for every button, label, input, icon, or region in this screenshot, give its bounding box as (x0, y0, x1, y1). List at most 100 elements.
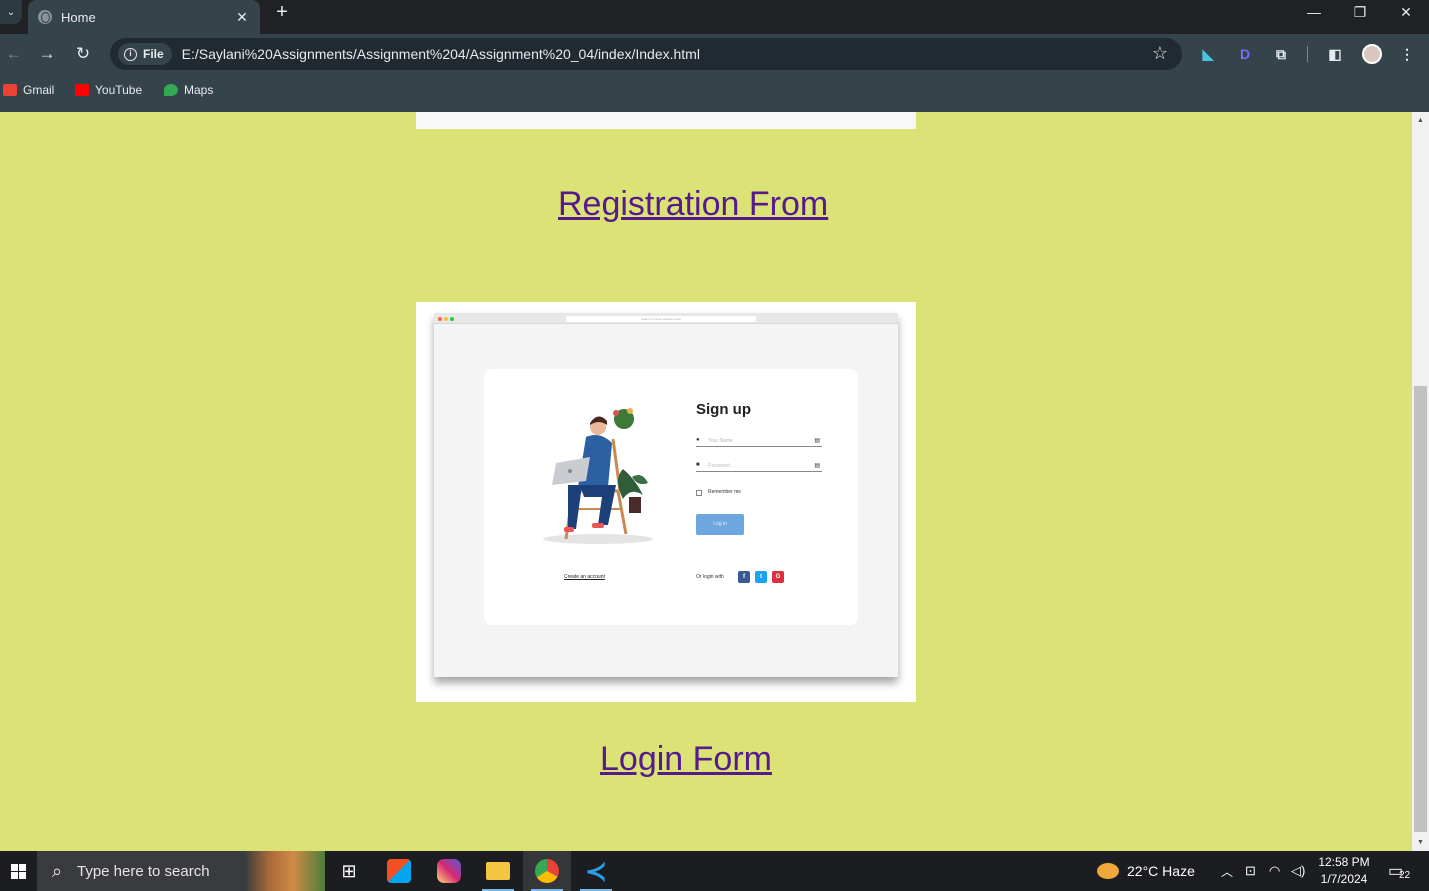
minimize-dot-icon (444, 317, 448, 321)
taskbar-search[interactable]: ⌕ Type here to search (37, 851, 325, 891)
minimize-button[interactable]: — (1291, 0, 1337, 24)
close-window-button[interactable]: ✕ (1383, 0, 1429, 24)
registration-form-link[interactable]: Registration From (558, 185, 828, 224)
zoom-dot-icon (450, 317, 454, 321)
volume-icon[interactable]: ◁) (1291, 851, 1305, 891)
task-view-icon: ⊞ (341, 860, 357, 881)
google-icon: G (772, 571, 784, 583)
name-placeholder: Your Name (708, 438, 733, 444)
tab-title: Home (61, 9, 96, 25)
taskbar-file-explorer[interactable] (474, 851, 522, 891)
restore-button[interactable]: ❐ (1337, 0, 1383, 24)
mock-title-bar: Search or enter website name (434, 313, 898, 324)
bookmark-star-icon[interactable]: ☆ (1152, 43, 1168, 64)
or-login-label: Or login with (696, 574, 724, 580)
toolbar-divider (1307, 46, 1308, 62)
meet-now-icon[interactable]: ⊡ (1245, 851, 1256, 891)
bookmark-gmail[interactable]: Gmail (3, 83, 54, 97)
puzzle-extensions-icon[interactable]: ⧉ (1271, 44, 1291, 64)
site-info-chip[interactable]: i File (118, 43, 172, 65)
file-explorer-icon (486, 862, 510, 880)
keyboard-icon: ▤ (814, 438, 820, 444)
bookmark-label: YouTube (95, 83, 143, 97)
info-icon: i (124, 47, 137, 61)
mock-url-bar: Search or enter website name (566, 316, 756, 322)
globe-icon (38, 10, 52, 24)
weather-text: 22°C Haze (1127, 863, 1195, 879)
user-icon: ● (696, 437, 700, 443)
chrome-icon (535, 859, 559, 883)
login-form-screenshot[interactable]: Search or enter website name Sign up ● Y… (416, 302, 916, 702)
login-form-link[interactable]: Login Form (600, 740, 772, 779)
previous-screenshot-card (416, 112, 916, 129)
person-with-laptop-illustration (543, 408, 653, 544)
menu-kebab-icon[interactable]: ⋮ (1397, 44, 1417, 64)
facebook-icon: f (738, 571, 750, 583)
clock-time: 12:58 PM (1318, 855, 1370, 869)
forward-arrow-icon[interactable]: → (33, 40, 61, 68)
bookmark-label: Gmail (23, 83, 55, 97)
site-chip-label: File (143, 47, 164, 61)
taskbar-vscode[interactable]: ≺ (572, 851, 620, 891)
back-arrow-icon[interactable]: ← (0, 40, 28, 68)
url-text[interactable]: E:/Saylani%20Assignments/Assignment%204/… (182, 46, 700, 62)
close-dot-icon (438, 317, 442, 321)
scroll-up-arrow-icon[interactable]: ▲ (1412, 112, 1429, 129)
haze-weather-icon (1097, 863, 1119, 879)
tab-close-icon[interactable]: ✕ (234, 9, 250, 26)
windows-logo-icon (11, 863, 26, 879)
extension-icon[interactable]: ◣ (1198, 44, 1218, 64)
address-bar[interactable]: i File E:/Saylani%20Assignments/Assignme… (110, 38, 1182, 70)
twitter-icon: t (755, 571, 767, 583)
keyboard-icon: ▤ (814, 463, 820, 469)
d-extension-icon[interactable]: D (1235, 44, 1255, 64)
search-icon: ⌕ (51, 860, 63, 881)
clock-date: 1/7/2024 (1320, 872, 1368, 886)
bookmark-maps[interactable]: Maps (164, 83, 213, 97)
start-button[interactable] (0, 851, 37, 891)
notification-count: 22 (1399, 870, 1411, 881)
bookmark-youtube[interactable]: YouTube (75, 83, 142, 97)
search-placeholder: Type here to search (77, 862, 210, 880)
name-field: ● Your Name ▤ (696, 437, 822, 447)
mock-browser-window: Search or enter website name Sign up ● Y… (434, 313, 898, 677)
scrollbar-thumb[interactable] (1414, 386, 1427, 832)
taskbar-instagram[interactable] (425, 851, 473, 891)
signup-title: Sign up (696, 401, 751, 418)
instagram-icon (437, 859, 461, 883)
system-clock[interactable]: 12:58 PM 1/7/2024 (1310, 854, 1378, 888)
browser-toolbar: ← → ↻ i File E:/Saylani%20Assignments/As… (0, 34, 1429, 74)
search-highlight-art (245, 851, 325, 891)
lock-icon: ■ (696, 462, 700, 468)
password-field: ■ Password ▤ (696, 462, 822, 472)
page-viewport: Registration From Search or enter websit… (0, 112, 1412, 851)
tab-search-chevron-icon[interactable]: ⌄ (0, 0, 22, 24)
maps-icon (164, 84, 178, 96)
remember-checkbox (696, 490, 702, 496)
tab-home[interactable]: Home ✕ (28, 0, 260, 34)
vscode-icon: ≺ (585, 855, 607, 886)
wifi-icon[interactable]: ◠ (1269, 851, 1280, 891)
show-hidden-icons-chevron-icon[interactable]: ︿ (1221, 851, 1233, 891)
gmail-icon (3, 84, 17, 96)
remember-label: Remember me (708, 489, 742, 495)
reload-icon[interactable]: ↻ (69, 40, 97, 68)
scroll-down-arrow-icon[interactable]: ▼ (1412, 834, 1429, 851)
profile-avatar[interactable] (1362, 44, 1382, 64)
password-placeholder: Password (708, 463, 730, 469)
vertical-scrollbar[interactable]: ▲ ▼ (1412, 112, 1429, 851)
taskbar-store[interactable] (375, 851, 423, 891)
microsoft-store-icon (387, 859, 411, 883)
windows-taskbar: ⌕ Type here to search ⊞ ≺ 22°C Haze ︿ ⊡ … (0, 851, 1429, 891)
create-account-link: Create an account (564, 574, 605, 580)
bookmark-label: Maps (184, 83, 214, 97)
side-panel-icon[interactable]: ◧ (1325, 44, 1345, 64)
signup-card: Sign up ● Your Name ▤ ■ Password ▤ Remem… (484, 369, 858, 625)
youtube-icon (75, 84, 89, 96)
tab-strip: ⌄ Home ✕ + — ❐ ✕ (0, 0, 1429, 34)
weather-widget[interactable]: 22°C Haze (1097, 851, 1195, 891)
new-tab-button[interactable]: + (270, 2, 294, 24)
notification-center-button[interactable]: ▭ 22 (1388, 861, 1412, 881)
task-view-button[interactable]: ⊞ (325, 851, 373, 891)
taskbar-chrome[interactable] (523, 851, 571, 891)
